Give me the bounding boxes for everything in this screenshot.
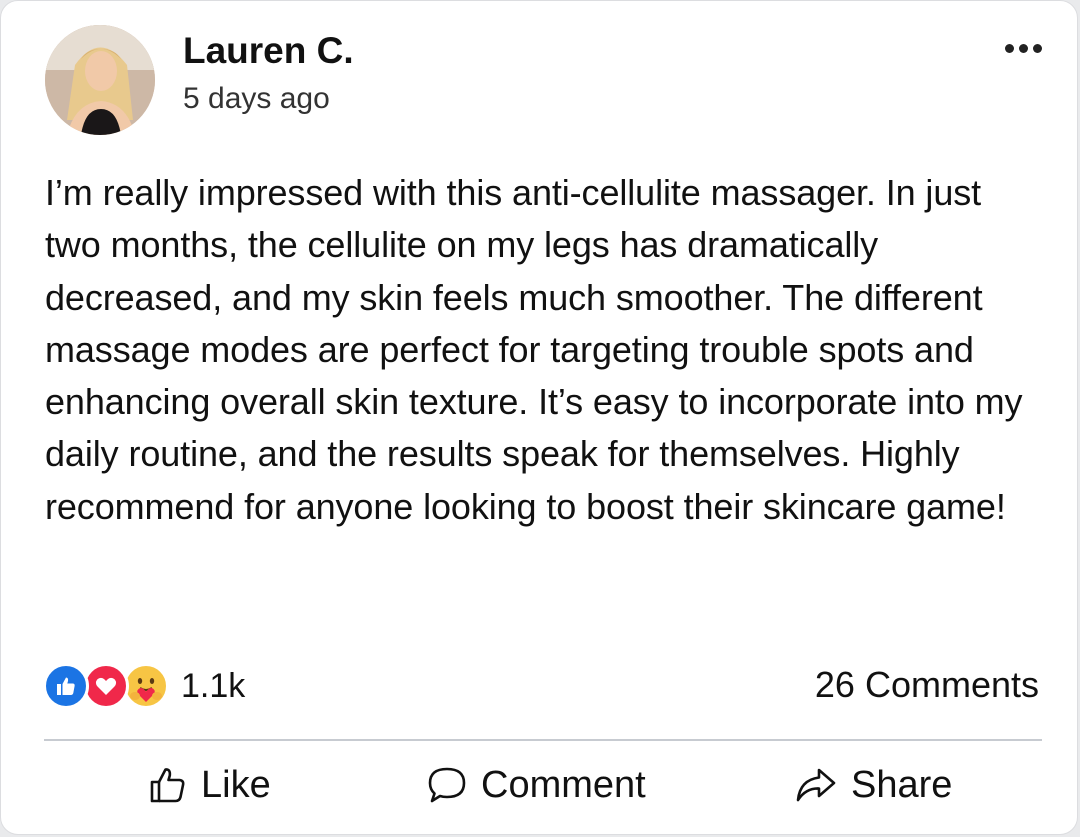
ellipsis-dot (1018, 43, 1028, 53)
reaction-count: 1.1k (181, 666, 246, 705)
like-label: Like (201, 763, 271, 806)
post-body: I’m really impressed with this anti-cell… (45, 172, 1023, 527)
love-reaction-icon (83, 663, 129, 709)
ellipsis-dot (1032, 43, 1042, 53)
like-button[interactable]: Like (147, 755, 271, 815)
divider (44, 739, 1042, 741)
comment-button[interactable]: Comment (425, 755, 646, 815)
more-options-button[interactable] (997, 31, 1049, 65)
share-button[interactable]: Share (793, 755, 952, 815)
comments-count[interactable]: 26 Comments (815, 664, 1039, 706)
avatar[interactable] (45, 25, 155, 135)
share-label: Share (851, 763, 953, 806)
care-reaction-icon (123, 663, 169, 709)
ellipsis-icon (1004, 43, 1014, 53)
avatar-photo (45, 25, 155, 135)
comment-label: Comment (481, 763, 646, 806)
share-arrow-icon (796, 768, 836, 802)
like-reaction-icon (43, 663, 89, 709)
thumbs-up-icon (150, 768, 185, 803)
author-name[interactable]: Lauren C. (183, 29, 354, 73)
speech-bubble-icon (428, 767, 466, 803)
post-card: Lauren C. 5 days ago I’m really impresse… (0, 0, 1078, 835)
reactions-summary[interactable]: 1.1k (43, 661, 245, 711)
post-timestamp[interactable]: 5 days ago (183, 79, 330, 119)
